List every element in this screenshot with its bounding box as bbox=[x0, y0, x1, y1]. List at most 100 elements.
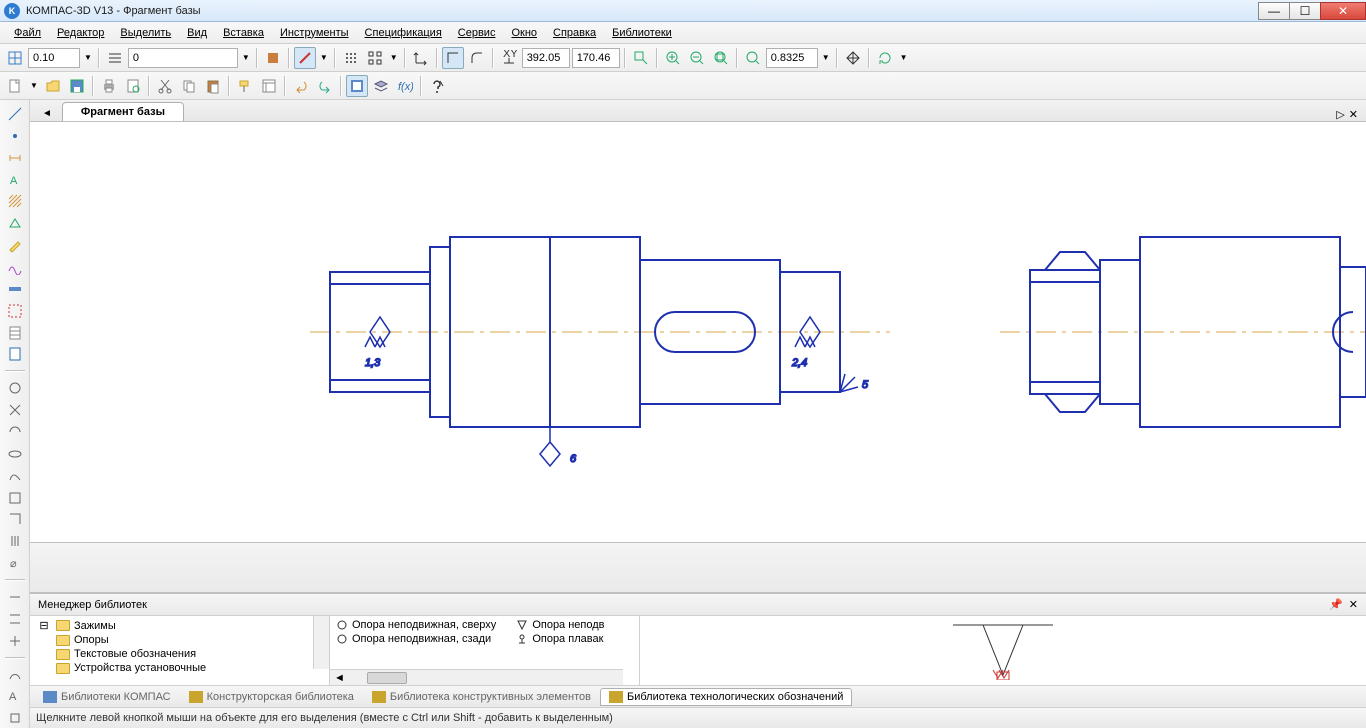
tool-l-button[interactable] bbox=[3, 631, 27, 651]
menu-select[interactable]: Выделить bbox=[112, 25, 179, 41]
properties-button[interactable] bbox=[258, 75, 280, 97]
open-button[interactable] bbox=[42, 75, 64, 97]
color-button[interactable] bbox=[262, 47, 284, 69]
menu-window[interactable]: Окно bbox=[503, 25, 545, 41]
paste-button[interactable] bbox=[202, 75, 224, 97]
style-dropdown-icon[interactable]: ▼ bbox=[240, 53, 252, 62]
maximize-button[interactable]: ☐ bbox=[1289, 2, 1321, 20]
hatch-button[interactable] bbox=[3, 191, 27, 211]
copy-button[interactable] bbox=[178, 75, 200, 97]
scrollbar-h[interactable]: ◄ bbox=[330, 669, 623, 685]
zoom-window-button[interactable] bbox=[630, 47, 652, 69]
cut-button[interactable] bbox=[154, 75, 176, 97]
zoom-in-button[interactable] bbox=[662, 47, 684, 69]
help-button[interactable] bbox=[426, 75, 448, 97]
zoom-out-button[interactable] bbox=[686, 47, 708, 69]
tab-fragment[interactable]: Фрагмент базы bbox=[62, 102, 184, 121]
coord-mode-button[interactable]: XY bbox=[498, 47, 520, 69]
pan-button[interactable] bbox=[842, 47, 864, 69]
zoom-dropdown-icon[interactable]: ▼ bbox=[820, 53, 832, 62]
lcs-button[interactable] bbox=[410, 47, 432, 69]
lib-tab-constructor[interactable]: Конструкторская библиотека bbox=[180, 688, 363, 706]
close-button[interactable]: ✕ bbox=[1320, 2, 1366, 20]
preview-button[interactable] bbox=[122, 75, 144, 97]
grid-menu-button[interactable] bbox=[364, 47, 386, 69]
tool-b-button[interactable] bbox=[3, 400, 27, 420]
spec-button[interactable] bbox=[3, 323, 27, 343]
menu-help[interactable]: Справка bbox=[545, 25, 604, 41]
redo-button[interactable] bbox=[314, 75, 336, 97]
menu-spec[interactable]: Спецификация bbox=[357, 25, 450, 41]
tool-i-button[interactable]: ⌀ bbox=[3, 553, 27, 573]
tool-d-button[interactable] bbox=[3, 444, 27, 464]
dim-button[interactable] bbox=[3, 148, 27, 168]
menu-libraries[interactable]: Библиотеки bbox=[604, 25, 680, 41]
zoom-sel-button[interactable] bbox=[710, 47, 732, 69]
minimize-button[interactable]: — bbox=[1258, 2, 1290, 20]
step-dropdown-icon[interactable]: ▼ bbox=[82, 53, 94, 62]
print-button[interactable] bbox=[98, 75, 120, 97]
drawing-canvas[interactable]: 1,3 2,4 5 6 bbox=[30, 122, 1366, 543]
variables-button[interactable]: f(x) bbox=[394, 75, 416, 97]
tool-j-button[interactable] bbox=[3, 587, 27, 607]
lib-tab-tech[interactable]: Библиотека технологических обозначений bbox=[600, 688, 852, 706]
menu-view[interactable]: Вид bbox=[179, 25, 215, 41]
libmgr-button[interactable] bbox=[346, 75, 368, 97]
tool-m-button[interactable] bbox=[3, 665, 27, 685]
layers-button[interactable] bbox=[370, 75, 392, 97]
format-painter-button[interactable] bbox=[234, 75, 256, 97]
tool-o-button[interactable] bbox=[3, 708, 27, 728]
scrollbar-v[interactable] bbox=[313, 616, 329, 669]
style-input[interactable] bbox=[128, 48, 238, 68]
menu-edit[interactable]: Редактор bbox=[49, 25, 112, 41]
round-button[interactable] bbox=[466, 47, 488, 69]
new-dropdown-icon[interactable]: ▼ bbox=[28, 81, 40, 90]
libmgr-pin-icon[interactable]: 📌 bbox=[1329, 598, 1343, 611]
libmgr-list[interactable]: Опора неподвижная, сверху Опора неподвиж… bbox=[330, 616, 640, 685]
lib-tab-kompas[interactable]: Библиотеки КОМПАС bbox=[34, 688, 180, 706]
tab-prev-icon[interactable]: ◄ bbox=[38, 106, 56, 121]
refresh-dropdown-icon[interactable]: ▼ bbox=[898, 53, 910, 62]
tab-next-icon[interactable]: ▷ bbox=[1336, 108, 1344, 121]
tool-n-button[interactable]: A bbox=[3, 686, 27, 706]
rough-button[interactable] bbox=[3, 213, 27, 233]
menu-service[interactable]: Сервис bbox=[450, 25, 504, 41]
snap-toggle-button[interactable] bbox=[4, 47, 26, 69]
ortho-button[interactable] bbox=[294, 47, 316, 69]
ortho-lock-button[interactable] bbox=[442, 47, 464, 69]
tool-k-button[interactable] bbox=[3, 609, 27, 629]
tool-e-button[interactable] bbox=[3, 466, 27, 486]
grid-button[interactable] bbox=[340, 47, 362, 69]
geom-point-button[interactable] bbox=[3, 126, 27, 146]
menu-tools[interactable]: Инструменты bbox=[272, 25, 357, 41]
save-button[interactable] bbox=[66, 75, 88, 97]
coord-x-input[interactable] bbox=[522, 48, 570, 68]
annotation-button[interactable]: A bbox=[3, 170, 27, 190]
new-button[interactable] bbox=[4, 75, 26, 97]
coord-y-input[interactable] bbox=[572, 48, 620, 68]
tool-c-button[interactable] bbox=[3, 422, 27, 442]
libmgr-tree[interactable]: ⊟Зажимы Опоры Текстовые обозначения Устр… bbox=[30, 616, 330, 685]
tab-close-icon[interactable]: ✕ bbox=[1349, 108, 1358, 121]
zoom-input[interactable] bbox=[766, 48, 818, 68]
grid-dropdown-icon[interactable]: ▼ bbox=[388, 53, 400, 62]
step-input[interactable] bbox=[28, 48, 80, 68]
tool-g-button[interactable] bbox=[3, 509, 27, 529]
lib-tab-elements[interactable]: Библиотека конструктивных элементов bbox=[363, 688, 600, 706]
undo-button[interactable] bbox=[290, 75, 312, 97]
report-button[interactable] bbox=[3, 344, 27, 364]
measure-button[interactable] bbox=[3, 279, 27, 299]
zoom-scale-button[interactable] bbox=[742, 47, 764, 69]
menu-file[interactable]: Файл bbox=[6, 25, 49, 41]
param-button[interactable] bbox=[3, 257, 27, 277]
ortho-dropdown-icon[interactable]: ▼ bbox=[318, 53, 330, 62]
edit-button[interactable] bbox=[3, 235, 27, 255]
tool-a-button[interactable] bbox=[3, 378, 27, 398]
line-style-button[interactable] bbox=[104, 47, 126, 69]
tool-h-button[interactable] bbox=[3, 531, 27, 551]
tool-f-button[interactable] bbox=[3, 488, 27, 508]
sel-button[interactable] bbox=[3, 301, 27, 321]
libmgr-close-icon[interactable]: ✕ bbox=[1349, 598, 1358, 611]
refresh-button[interactable] bbox=[874, 47, 896, 69]
menu-insert[interactable]: Вставка bbox=[215, 25, 272, 41]
